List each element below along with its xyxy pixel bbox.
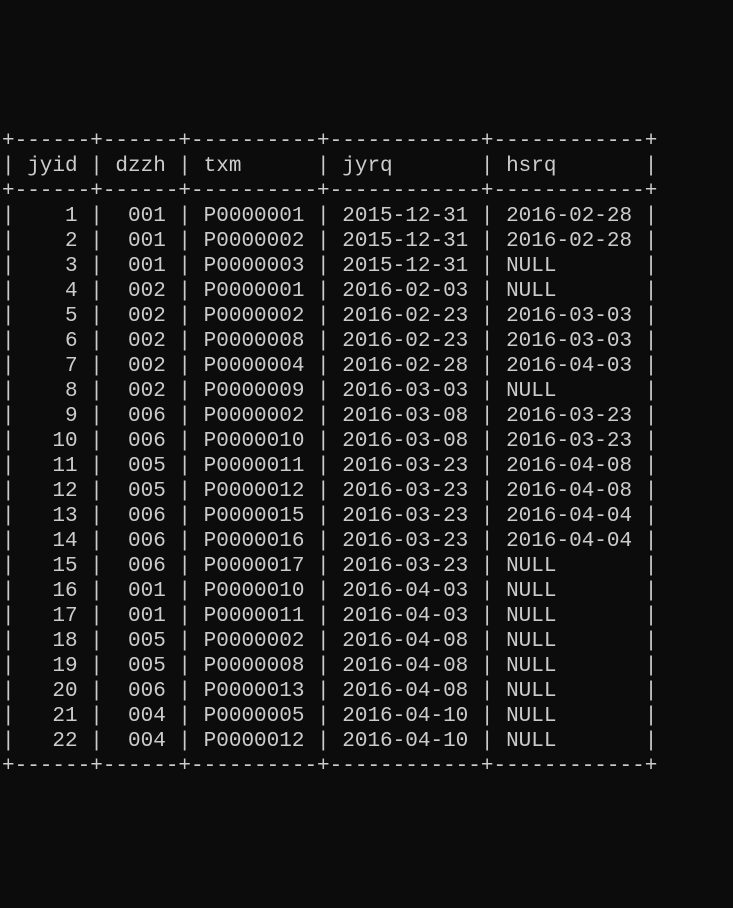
sql-result-table: +------+------+----------+------------+-… <box>0 125 733 783</box>
